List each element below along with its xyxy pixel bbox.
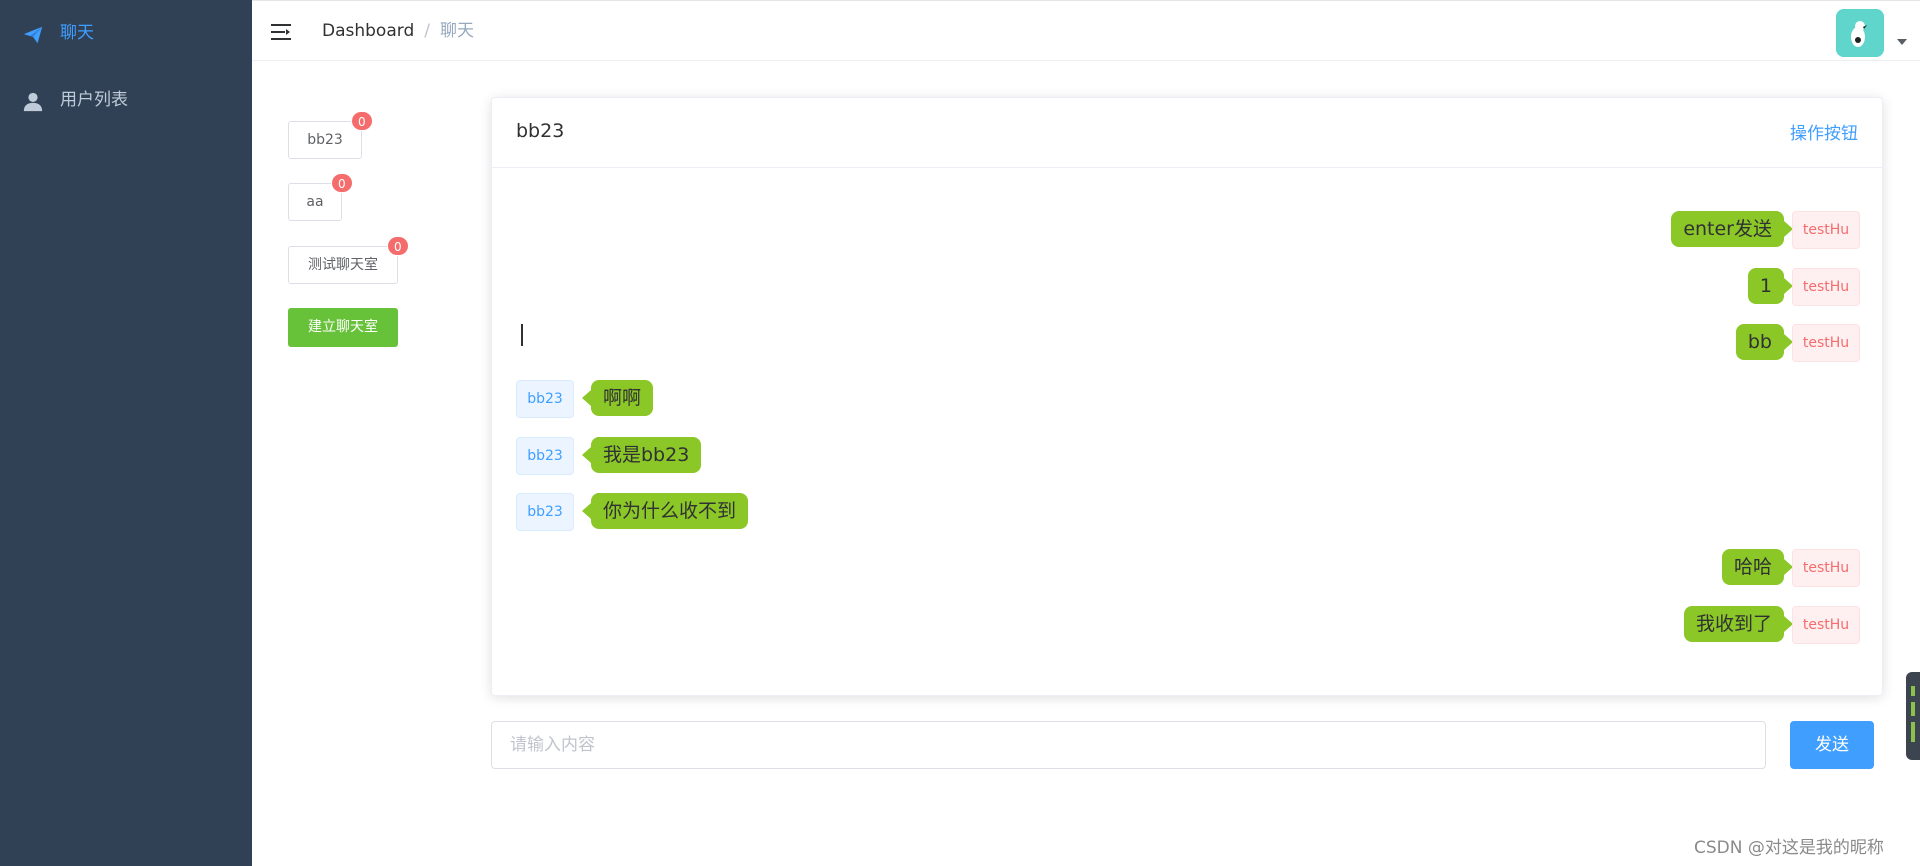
room-button-bb23[interactable]: bb23 0	[288, 111, 373, 159]
message-bubble: 哈哈	[1721, 549, 1794, 585]
action-button[interactable]: 操作按钮	[1790, 98, 1858, 170]
side-widget[interactable]	[1906, 672, 1920, 760]
message-row: bb23 你为什么收不到	[492, 493, 1884, 531]
send-button[interactable]: 发送	[1790, 721, 1874, 769]
avatar-image	[1836, 9, 1884, 57]
sender-tag: testHu	[1792, 324, 1860, 362]
chat-header: bb23 操作按钮	[492, 98, 1882, 168]
message-bubble: 1	[1747, 268, 1794, 304]
create-chatroom-button[interactable]: 建立聊天室	[288, 308, 398, 347]
message-bubble: enter发送	[1671, 211, 1793, 247]
sender-tag: testHu	[1792, 211, 1860, 249]
sender-tag: bb23	[516, 380, 574, 418]
room-name: 测试聊天室	[308, 257, 378, 273]
message-row: 我收到了 testHu	[492, 606, 1884, 644]
sender-tag: testHu	[1792, 549, 1860, 587]
message-input[interactable]	[491, 721, 1766, 769]
sidebar: 聊天 用户列表	[0, 0, 252, 866]
watermark: CSDN @对这是我的昵称	[1694, 838, 1884, 858]
message-row: bb23 啊啊	[492, 380, 1884, 418]
caret-down-icon[interactable]	[1897, 39, 1907, 45]
sidebar-item-user-list[interactable]: 用户列表	[0, 67, 252, 134]
message-bubble: bb	[1735, 324, 1794, 360]
sender-tag: testHu	[1792, 268, 1860, 306]
sender-tag: testHu	[1792, 606, 1860, 644]
room-name: bb23	[307, 132, 343, 148]
message-row: bb testHu	[492, 324, 1884, 362]
breadcrumb-home[interactable]: Dashboard	[322, 21, 414, 41]
message-bubble: 我收到了	[1683, 606, 1794, 642]
room-button-test-chatroom[interactable]: 测试聊天室 0	[288, 236, 409, 284]
breadcrumb-separator: /	[424, 21, 430, 41]
sender-tag: bb23	[516, 437, 574, 475]
sender-tag: bb23	[516, 493, 574, 531]
message-row: 1 testHu	[492, 268, 1884, 306]
chat-panel: bb23 操作按钮 enter发送 testHu 1 testHu bb tes…	[491, 97, 1883, 696]
unread-badge: 0	[387, 236, 409, 256]
message-bubble: 你为什么收不到	[581, 493, 749, 529]
hamburger-menu-icon[interactable]	[270, 21, 292, 43]
room-button-aa[interactable]: aa 0	[288, 173, 353, 221]
sidebar-item-label: 聊天	[60, 23, 94, 43]
sidebar-item-label: 用户列表	[60, 90, 128, 110]
breadcrumb-current: 聊天	[439, 21, 474, 41]
avatar[interactable]	[1836, 9, 1884, 57]
message-row: 哈哈 testHu	[492, 549, 1884, 587]
room-name: aa	[306, 194, 324, 210]
paper-plane-icon	[23, 26, 43, 44]
unread-badge: 0	[331, 173, 353, 193]
sidebar-item-chat[interactable]: 聊天	[0, 0, 252, 67]
user-icon	[23, 92, 43, 112]
message-bubble: 我是bb23	[581, 437, 702, 473]
message-bubble: 啊啊	[581, 380, 654, 416]
message-row: enter发送 testHu	[492, 211, 1884, 249]
navbar: Dashboard / 聊天	[252, 0, 1920, 61]
message-row: bb23 我是bb23	[492, 437, 1884, 475]
breadcrumb: Dashboard / 聊天	[322, 1, 474, 61]
chat-title: bb23	[516, 120, 565, 142]
unread-badge: 0	[351, 111, 373, 131]
